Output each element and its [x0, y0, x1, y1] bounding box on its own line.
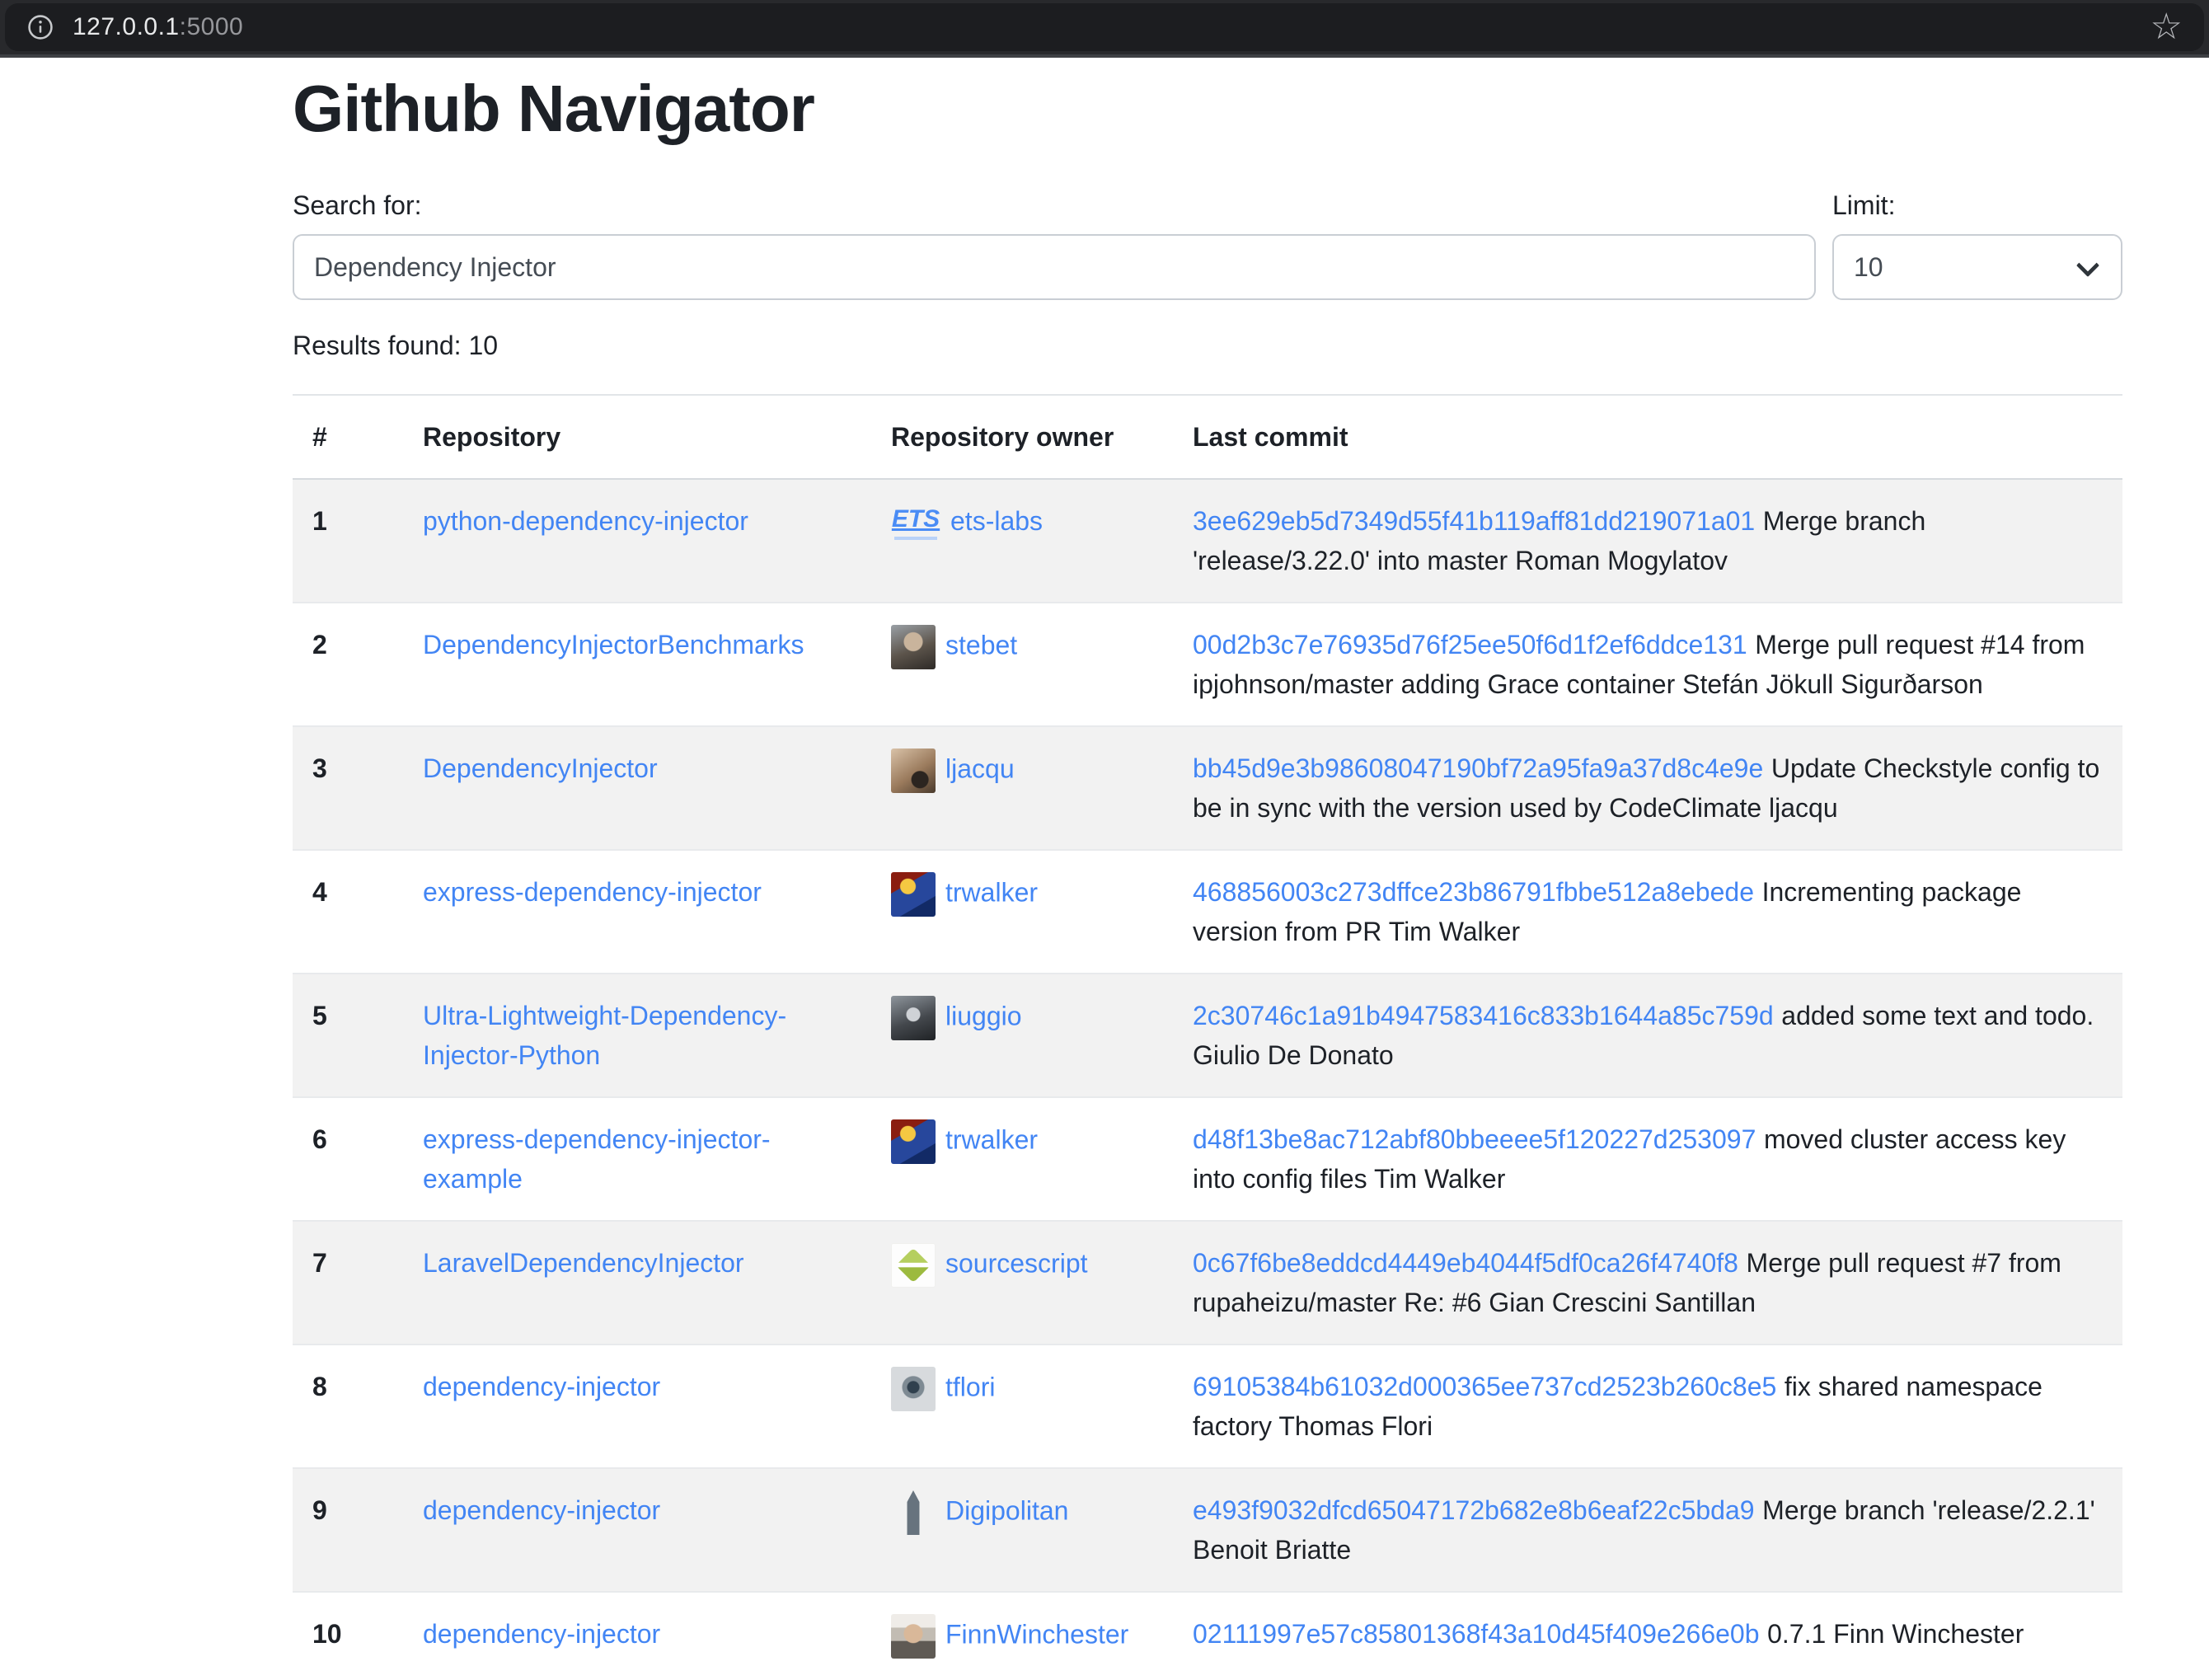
owner-link[interactable]: stebet — [945, 630, 1017, 659]
column-header-repo: Repository — [403, 395, 871, 479]
table-row: 7 LaravelDependencyInjector sourcescript… — [293, 1221, 2122, 1344]
trwalker-cartoon-avatar — [891, 1119, 936, 1164]
owner-link[interactable]: trwalker — [945, 877, 1038, 907]
results-summary: Results found: 10 — [293, 330, 2122, 361]
row-number: 8 — [293, 1344, 403, 1468]
page-content: Github Navigator Search for: Limit: 10 R… — [0, 71, 2209, 1680]
sourcescript-logo-avatar — [891, 1243, 936, 1288]
table-row: 1 python-dependency-injector ETS ets-labs… — [293, 479, 2122, 603]
row-number: 5 — [293, 974, 403, 1097]
repo-link[interactable]: DependencyInjector — [423, 753, 658, 783]
table-row: 5 Ultra-Lightweight-Dependency-Injector-… — [293, 974, 2122, 1097]
owner-link[interactable]: tflori — [945, 1372, 995, 1401]
row-number: 6 — [293, 1097, 403, 1221]
owner-link[interactable]: Digipolitan — [945, 1495, 1068, 1525]
finnwinchester-photo-avatar — [891, 1614, 936, 1659]
commit-message: 0.7.1 Finn Winchester — [1767, 1619, 2024, 1649]
repo-link[interactable]: python-dependency-injector — [423, 506, 748, 536]
limit-label: Limit: — [1832, 190, 2122, 221]
commit-hash-link[interactable]: 3ee629eb5d7349d55f41b119aff81dd219071a01 — [1193, 506, 1755, 536]
tflori-eye-photo-avatar — [891, 1367, 936, 1411]
commit-hash-link[interactable]: bb45d9e3b98608047190bf72a95fa9a37d8c4e9e — [1193, 753, 1763, 783]
results-table: # Repository Repository owner Last commi… — [293, 394, 2122, 1680]
row-number: 9 — [293, 1468, 403, 1592]
liuggio-photo-avatar — [891, 996, 936, 1040]
url-text: 127.0.0.1:5000 — [73, 13, 243, 41]
table-row: 8 dependency-injector tflori 69105384b61… — [293, 1344, 2122, 1468]
owner-link[interactable]: sourcescript — [945, 1248, 1088, 1278]
column-header-commit: Last commit — [1173, 395, 2122, 479]
repo-link[interactable]: dependency-injector — [423, 1619, 660, 1649]
commit-hash-link[interactable]: 2c30746c1a91b4947583416c833b1644a85c759d — [1193, 1001, 1774, 1030]
owner-link[interactable]: ljacqu — [945, 753, 1015, 783]
commit-hash-link[interactable]: 00d2b3c7e76935d76f25ee50f6d1f2ef6ddce131 — [1193, 630, 1747, 659]
owner-link[interactable]: trwalker — [945, 1124, 1038, 1154]
column-header-owner: Repository owner — [871, 395, 1173, 479]
table-row: 3 DependencyInjector ljacqu bb45d9e3b986… — [293, 726, 2122, 850]
search-input[interactable] — [293, 234, 1816, 300]
url-bar[interactable]: 127.0.0.1:5000 ☆ — [5, 3, 2204, 51]
browser-toolbar: 127.0.0.1:5000 ☆ — [0, 0, 2209, 58]
commit-hash-link[interactable]: 02111997e57c85801368f43a10d45f409e266e0b — [1193, 1619, 1760, 1649]
url-port: :5000 — [180, 13, 244, 40]
repo-link[interactable]: LaravelDependencyInjector — [423, 1248, 744, 1278]
commit-hash-link[interactable]: e493f9032dfcd65047172b682e8b6eaf22c5bda9 — [1193, 1495, 1755, 1525]
owner-link[interactable]: FinnWinchester — [945, 1619, 1128, 1649]
column-header-num: # — [293, 395, 403, 479]
table-row: 4 express-dependency-injector trwalker 4… — [293, 850, 2122, 974]
table-row: 9 dependency-injector Digipolitan e493f9… — [293, 1468, 2122, 1592]
ets-logo-text: ETS — [892, 506, 940, 533]
trwalker-cartoon-avatar — [891, 872, 936, 917]
repo-link[interactable]: dependency-injector — [423, 1372, 660, 1401]
repo-link[interactable]: DependencyInjectorBenchmarks — [423, 630, 804, 659]
limit-select[interactable]: 10 — [1832, 234, 2122, 300]
row-number: 4 — [293, 850, 403, 974]
url-host: 127.0.0.1 — [73, 13, 180, 40]
site-info-icon[interactable] — [26, 13, 54, 41]
repo-link[interactable]: express-dependency-injector-example — [423, 1124, 771, 1194]
row-number: 10 — [293, 1592, 403, 1680]
search-label: Search for: — [293, 190, 1816, 221]
table-row: 6 express-dependency-injector-example tr… — [293, 1097, 2122, 1221]
owner-link[interactable]: ets-labs — [950, 506, 1043, 536]
row-number: 3 — [293, 726, 403, 850]
search-group: Search for: — [293, 190, 1816, 300]
commit-hash-link[interactable]: 0c67f6be8eddcd4449eb4044f5df0ca26f4740f8 — [1193, 1248, 1738, 1278]
table-row: 2 DependencyInjectorBenchmarks stebet 00… — [293, 603, 2122, 726]
row-number: 7 — [293, 1221, 403, 1344]
repo-link[interactable]: dependency-injector — [423, 1495, 660, 1525]
stebet-photo-avatar — [891, 625, 936, 669]
ljacqu-photo-avatar — [891, 748, 936, 793]
commit-hash-link[interactable]: d48f13be8ac712abf80bbeeee5f120227d253097 — [1193, 1124, 1756, 1154]
commit-hash-link[interactable]: 69105384b61032d000365ee737cd2523b260c8e5 — [1193, 1372, 1776, 1401]
table-header-row: # Repository Repository owner Last commi… — [293, 395, 2122, 479]
bookmark-star-icon[interactable]: ☆ — [2150, 9, 2183, 45]
table-row: 10 dependency-injector FinnWinchester 02… — [293, 1592, 2122, 1680]
repo-link[interactable]: express-dependency-injector — [423, 877, 762, 907]
row-number: 1 — [293, 479, 403, 603]
owner-link[interactable]: liuggio — [945, 1001, 1022, 1030]
limit-group: Limit: 10 — [1832, 190, 2122, 300]
repo-link[interactable]: Ultra-Lightweight-Dependency-Injector-Py… — [423, 1001, 786, 1070]
row-number: 2 — [293, 603, 403, 726]
digipolitan-logo-avatar — [891, 1490, 936, 1535]
search-form: Search for: Limit: 10 — [293, 190, 2122, 300]
ets-labs-logo-avatar: ETS — [891, 503, 940, 544]
page-title: Github Navigator — [293, 71, 2122, 147]
commit-hash-link[interactable]: 468856003c273dffce23b86791fbbe512a8ebede — [1193, 877, 1754, 907]
